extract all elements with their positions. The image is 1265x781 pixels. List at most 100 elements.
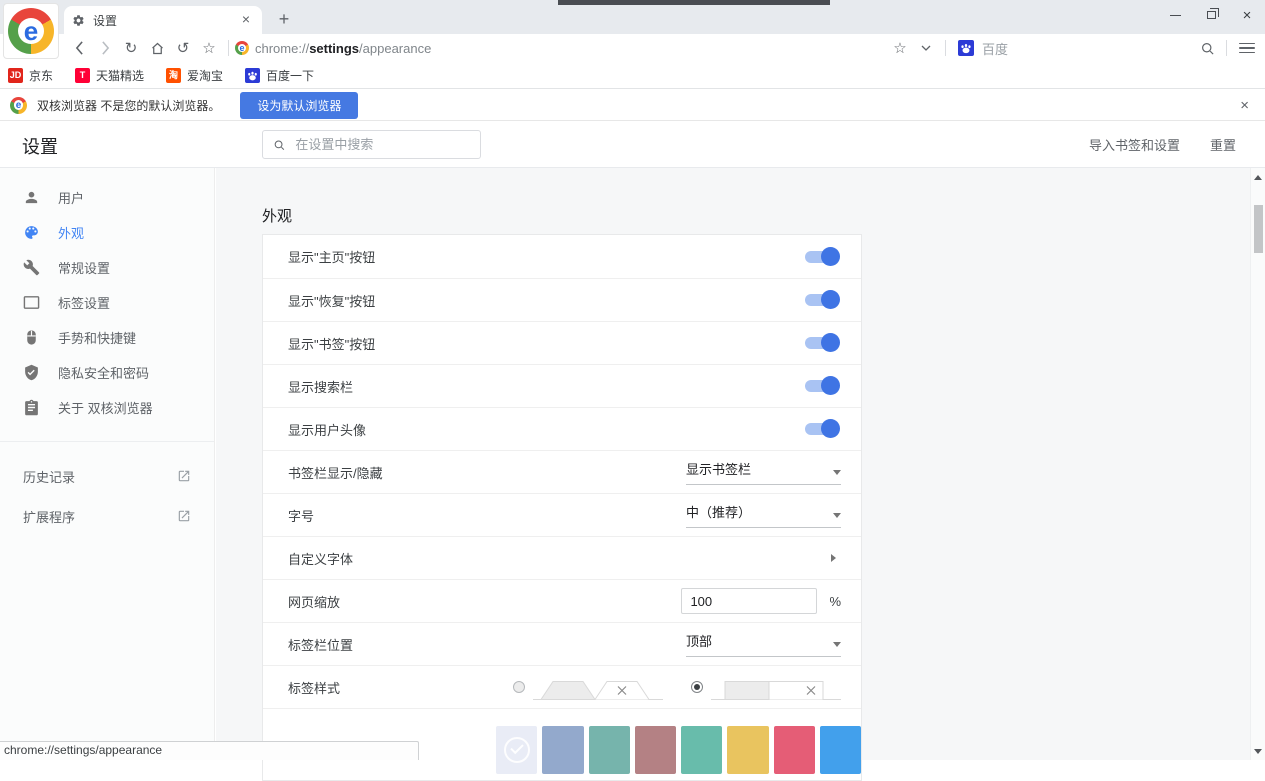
sidebar-item-label: 手势和快捷键 (58, 328, 136, 347)
close-button[interactable]: × (1229, 0, 1265, 30)
page-zoom-input[interactable] (681, 588, 817, 614)
theme-swatch-blue[interactable] (820, 726, 861, 774)
sidebar-item-users[interactable]: 用户 (0, 180, 214, 215)
forward-icon (101, 41, 110, 55)
import-bookmarks-button[interactable]: 导入书签和设置 (1089, 135, 1180, 154)
tabbar-position-select[interactable]: 顶部 (686, 631, 841, 657)
setting-row-bookmarkbar-visibility: 书签栏显示/隐藏 显示书签栏 (263, 450, 861, 493)
search-icon (1200, 41, 1215, 56)
sidebar-item-appearance[interactable]: 外观 (0, 215, 214, 250)
setting-row-page-zoom: 网页缩放 % (263, 579, 861, 622)
tab-style-rectangle-preview[interactable] (711, 673, 841, 701)
jd-favicon: JD (8, 68, 23, 83)
font-size-select[interactable]: 中（推荐） (686, 502, 841, 528)
toolbar: ↻ ↺ ☆ e chrome://settings/appearance ☆ 百… (0, 34, 1265, 62)
toggle-show-restore[interactable] (805, 293, 838, 307)
reset-button[interactable]: 重置 (1210, 135, 1236, 154)
toggle-show-searchbar[interactable] (805, 379, 838, 393)
default-browser-banner: e 双核浏览器 不是您的默认浏览器。 设为默认浏览器 × (0, 90, 1265, 121)
page-favicon: e (235, 41, 249, 55)
restore-button[interactable]: ↺ (170, 36, 196, 60)
favorite-star-button[interactable]: ☆ (887, 36, 913, 60)
artifact-strip (558, 0, 830, 5)
address-bar[interactable]: chrome://settings/appearance (255, 41, 431, 56)
browser-logo-button[interactable]: e (3, 3, 59, 59)
setting-row-tabbar-position: 标签栏位置 顶部 (263, 622, 861, 665)
sidebar-item-general[interactable]: 常规设置 (0, 250, 214, 285)
scroll-up-icon[interactable] (1254, 175, 1262, 180)
settings-sidebar: 用户 外观 常规设置 标签设置 手势和快捷键 隐私安全和密码 关于 双核浏览器 … (0, 168, 215, 760)
theme-swatch-blue-gray[interactable] (542, 726, 583, 774)
sidebar-link-label: 历史记录 (23, 467, 75, 486)
sidebar-item-gestures[interactable]: 手势和快捷键 (0, 320, 214, 355)
setting-row-custom-fonts[interactable]: 自定义字体 (263, 536, 861, 579)
url-host: settings (309, 41, 359, 56)
star-dropdown-button[interactable] (913, 36, 939, 60)
radio-tab-style-trapezoid[interactable] (513, 681, 525, 693)
tmall-favicon: T (75, 68, 90, 83)
banner-close-icon[interactable]: × (1240, 97, 1255, 114)
vertical-scrollbar[interactable] (1250, 168, 1265, 760)
baidu-paw-icon[interactable] (958, 40, 974, 56)
toolbar-divider (228, 40, 229, 56)
sidebar-link-history[interactable]: 历史记录 (0, 456, 214, 496)
theme-swatch-default-selected[interactable] (496, 726, 537, 774)
settings-search-input[interactable] (295, 137, 470, 152)
baidu-search-placeholder[interactable]: 百度 (982, 39, 1008, 58)
bookmarkbar-visibility-select[interactable]: 显示书签栏 (686, 459, 841, 485)
scroll-down-icon[interactable] (1254, 749, 1262, 754)
refresh-button[interactable]: ↻ (118, 36, 144, 60)
settings-search-box[interactable] (262, 130, 481, 159)
sidebar-item-label: 用户 (58, 188, 84, 207)
tab-style-trapezoid-preview[interactable] (533, 673, 663, 701)
theme-swatch-pink[interactable] (774, 726, 815, 774)
menu-button[interactable] (1239, 43, 1255, 54)
set-default-browser-button[interactable]: 设为默认浏览器 (240, 92, 358, 119)
bookmark-label: 天猫精选 (96, 67, 144, 84)
theme-swatch-rose[interactable] (635, 726, 676, 774)
new-tab-button[interactable]: + (272, 7, 296, 31)
about-icon (23, 399, 40, 416)
browser-tab-settings[interactable]: 设置 × (64, 6, 262, 34)
sidebar-item-tabs[interactable]: 标签设置 (0, 285, 214, 320)
bookmark-tmall[interactable]: T 天猫精选 (75, 67, 144, 84)
theme-swatch-green[interactable] (681, 726, 722, 774)
chevron-down-icon (921, 45, 931, 51)
sidebar-item-about[interactable]: 关于 双核浏览器 (0, 390, 214, 425)
bookmark-star-button[interactable]: ☆ (196, 36, 222, 60)
theme-swatch-yellow[interactable] (727, 726, 768, 774)
toggle-show-home[interactable] (805, 250, 838, 264)
setting-row-show-restore: 显示"恢复"按钮 (263, 278, 861, 321)
caret-down-icon (833, 470, 841, 475)
theme-swatch-teal[interactable] (589, 726, 630, 774)
mouse-icon (23, 329, 40, 346)
sidebar-link-extensions[interactable]: 扩展程序 (0, 496, 214, 536)
home-button[interactable] (144, 36, 170, 60)
minimize-button[interactable] (1157, 0, 1193, 30)
sidebar-item-label: 外观 (58, 223, 84, 242)
toggle-show-avatar[interactable] (805, 422, 838, 436)
sidebar-item-label: 标签设置 (58, 293, 110, 312)
back-button[interactable] (66, 36, 92, 60)
maximize-button[interactable] (1193, 0, 1229, 30)
banner-text: 双核浏览器 不是您的默认浏览器。 (37, 97, 220, 114)
toggle-show-bookmark[interactable] (805, 336, 838, 350)
bookmark-jd[interactable]: JD 京东 (8, 67, 53, 84)
search-button[interactable] (1194, 36, 1220, 60)
sidebar-item-label: 隐私安全和密码 (58, 363, 149, 382)
external-link-icon (177, 469, 191, 483)
back-icon (75, 41, 84, 55)
bookmark-baidu[interactable]: 百度一下 (245, 67, 314, 84)
radio-tab-style-rectangle[interactable] (691, 681, 703, 693)
bookmark-taobao[interactable]: 淘 爱淘宝 (166, 67, 223, 84)
forward-button[interactable] (92, 36, 118, 60)
scrollbar-thumb[interactable] (1254, 205, 1263, 253)
url-path: /appearance (359, 41, 431, 56)
tab-close-icon[interactable]: × (238, 12, 254, 28)
tab-strip: 设置 × + × (0, 0, 1265, 34)
person-icon (23, 189, 40, 206)
setting-row-show-searchbar: 显示搜索栏 (263, 364, 861, 407)
section-title: 外观 (262, 205, 292, 226)
settings-content: 用户 外观 常规设置 标签设置 手势和快捷键 隐私安全和密码 关于 双核浏览器 … (0, 168, 1265, 760)
sidebar-item-privacy[interactable]: 隐私安全和密码 (0, 355, 214, 390)
